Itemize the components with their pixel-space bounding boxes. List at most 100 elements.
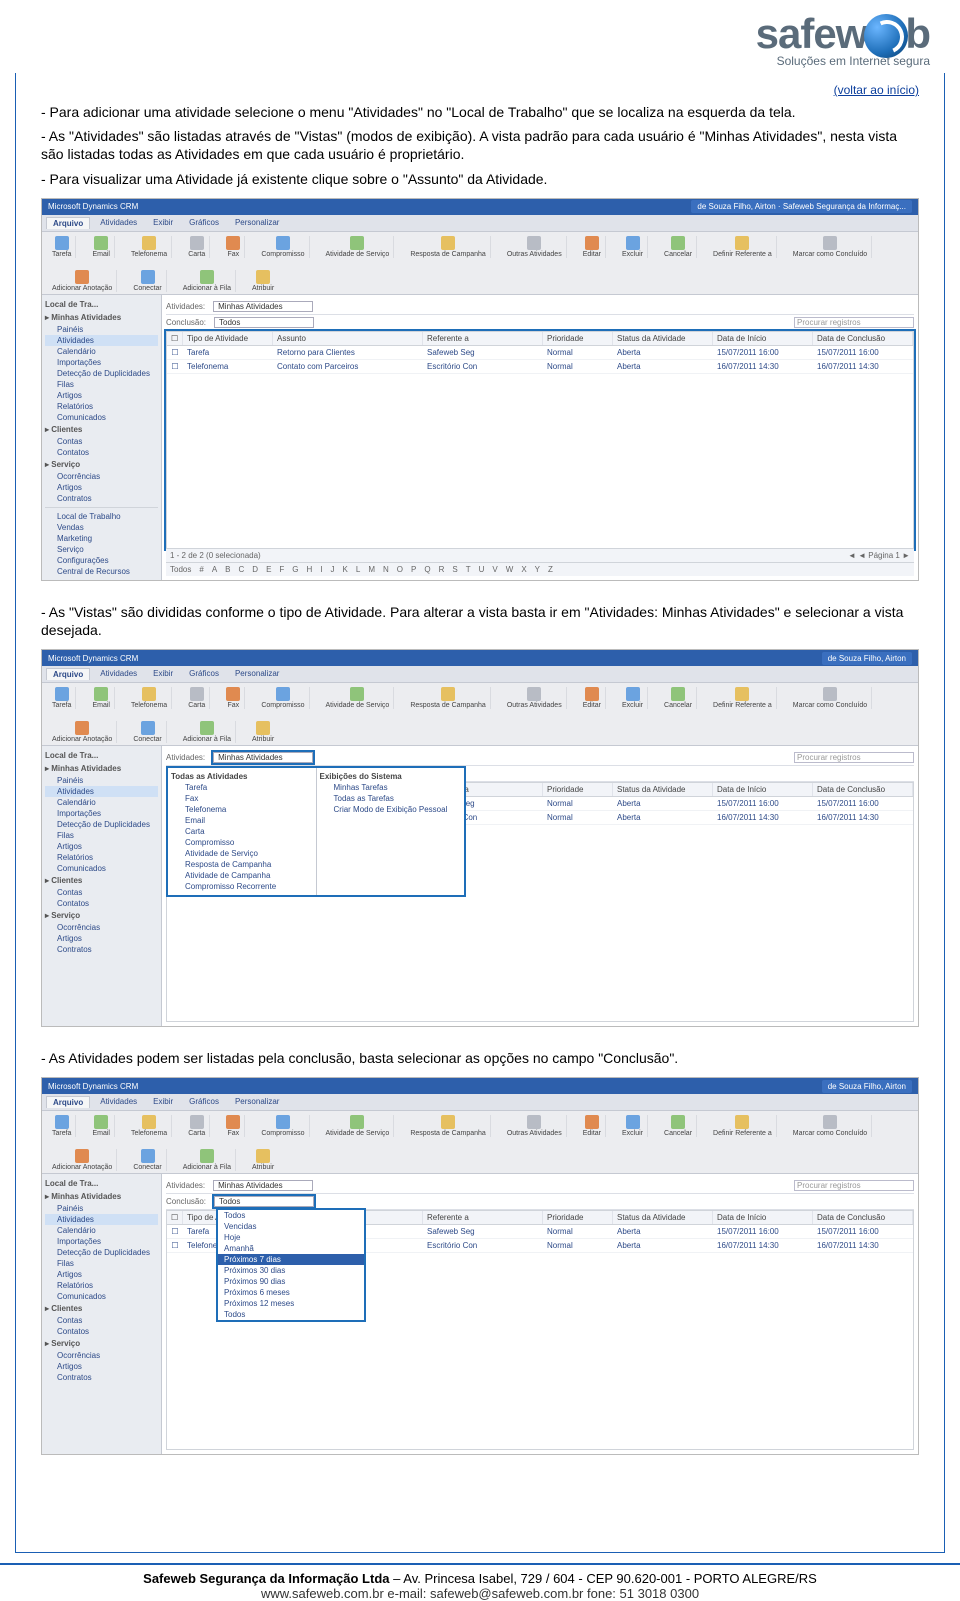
ribbon-cmd[interactable]: Outras Atividades: [503, 687, 567, 709]
ribbon-cmd[interactable]: Telefonema: [127, 236, 172, 258]
sidebar-item[interactable]: Calendário: [45, 797, 158, 808]
ribbon-cmd[interactable]: Marcar como Concluído: [789, 236, 872, 258]
sidebar-item[interactable]: Artigos: [45, 841, 158, 852]
logo-globe-icon: [864, 14, 908, 58]
sidebar-item[interactable]: Comunicados: [45, 863, 158, 874]
ribbon-cmd[interactable]: Cancelar: [660, 236, 697, 258]
ribbon-cmd[interactable]: Adicionar à Fila: [179, 721, 236, 743]
sidebar-item[interactable]: Detecção de Duplicidades: [45, 368, 158, 379]
sidebar-item[interactable]: Filas: [45, 830, 158, 841]
ribbon-cmd[interactable]: Compromisso: [257, 687, 309, 709]
ribbon-cmd[interactable]: Atividade de Serviço: [322, 236, 395, 258]
sidebar-item[interactable]: Atividades: [45, 335, 158, 346]
view-dropdown[interactable]: Minhas Atividades: [213, 752, 313, 763]
ribbon-cmd[interactable]: Atividade de Serviço: [322, 1115, 395, 1137]
sidebar-item[interactable]: Painéis: [45, 775, 158, 786]
ribbon-cmd[interactable]: Email: [88, 687, 115, 709]
sidebar-item[interactable]: Filas: [45, 379, 158, 390]
ribbon-cmd[interactable]: Fax: [222, 1115, 245, 1137]
nav-area[interactable]: Marketing: [45, 533, 158, 544]
sidebar-item[interactable]: Painéis: [45, 324, 158, 335]
ribbon-cmd[interactable]: Atribuir: [248, 721, 278, 743]
sidebar-item[interactable]: Relatórios: [45, 852, 158, 863]
ribbon-cmd[interactable]: Fax: [222, 687, 245, 709]
ribbon-cmd[interactable]: Definir Referente a: [709, 1115, 777, 1137]
ribbon-cmd[interactable]: Telefonema: [127, 1115, 172, 1137]
sidebar-item[interactable]: Importações: [45, 808, 158, 819]
ribbon-cmd[interactable]: Adicionar Anotação: [48, 721, 117, 743]
ribbon-cmd[interactable]: Excluir: [618, 1115, 648, 1137]
ribbon-cmd[interactable]: Cancelar: [660, 687, 697, 709]
ribbon-cmd[interactable]: Editar: [579, 687, 606, 709]
ribbon-cmd[interactable]: Email: [88, 236, 115, 258]
ribbon-cmd[interactable]: Tarefa: [48, 236, 76, 258]
ribbon-cmd[interactable]: Carta: [184, 1115, 210, 1137]
ribbon-cmd[interactable]: Fax: [222, 236, 245, 258]
table-row[interactable]: ☐TarefaRetorno para ClientesSafeweb SegN…: [167, 346, 913, 360]
nav-area[interactable]: Vendas: [45, 522, 158, 533]
ribbon-cmd[interactable]: Email: [88, 1115, 115, 1137]
ribbon-cmd[interactable]: Compromisso: [257, 1115, 309, 1137]
nav-area[interactable]: Serviço: [45, 544, 158, 555]
ribbon-tabs[interactable]: Arquivo AtividadesExibir GráficosPersona…: [42, 215, 918, 232]
ribbon-cmd[interactable]: Excluir: [618, 236, 648, 258]
ribbon-cmd[interactable]: Atribuir: [248, 1149, 278, 1171]
conclusao-dropdown-panel[interactable]: TodosVencidasHojeAmanhãPróximos 7 diasPr…: [216, 1208, 366, 1322]
ribbon-cmd[interactable]: Tarefa: [48, 1115, 76, 1137]
ribbon-cmd[interactable]: Compromisso: [257, 236, 309, 258]
ribbon-cmd[interactable]: Resposta de Campanha: [406, 687, 491, 709]
ribbon-cmd[interactable]: Adicionar Anotação: [48, 270, 117, 292]
nav-area[interactable]: Central de Recursos: [45, 566, 158, 577]
ribbon-cmd[interactable]: Carta: [184, 236, 210, 258]
ribbon-cmd[interactable]: Carta: [184, 687, 210, 709]
sidebar-item[interactable]: Relatórios: [45, 1280, 158, 1291]
conclusao-dropdown[interactable]: Todos: [214, 317, 314, 328]
table-row[interactable]: ☐TelefonemaContato com ParceirosEscritór…: [167, 360, 913, 374]
ribbon-cmd[interactable]: Outras Atividades: [503, 1115, 567, 1137]
nav-area[interactable]: Local de Trabalho: [45, 511, 158, 522]
ribbon-cmd[interactable]: Adicionar à Fila: [179, 1149, 236, 1171]
ribbon-cmd[interactable]: Excluir: [618, 687, 648, 709]
ribbon-cmd[interactable]: Resposta de Campanha: [406, 236, 491, 258]
ribbon-cmd[interactable]: Marcar como Concluído: [789, 687, 872, 709]
ribbon-cmd[interactable]: Editar: [579, 236, 606, 258]
sidebar-item[interactable]: Relatórios: [45, 401, 158, 412]
sidebar-item[interactable]: Calendário: [45, 1225, 158, 1236]
sidebar-item[interactable]: Comunicados: [45, 412, 158, 423]
ribbon-cmd[interactable]: Conectar: [129, 1149, 166, 1171]
conclusao-dropdown[interactable]: Todos: [214, 1196, 314, 1207]
ribbon-cmd[interactable]: Tarefa: [48, 687, 76, 709]
sidebar-item[interactable]: Importações: [45, 1236, 158, 1247]
ribbon-cmd[interactable]: Atribuir: [248, 270, 278, 292]
sidebar-item[interactable]: Importações: [45, 357, 158, 368]
sidebar-item[interactable]: Artigos: [45, 390, 158, 401]
ribbon-cmd[interactable]: Definir Referente a: [709, 236, 777, 258]
ribbon-cmd[interactable]: Definir Referente a: [709, 687, 777, 709]
nav-area[interactable]: Configurações: [45, 555, 158, 566]
ribbon-cmd[interactable]: Adicionar Anotação: [48, 1149, 117, 1171]
sidebar-item[interactable]: Painéis: [45, 1203, 158, 1214]
sidebar-item[interactable]: Calendário: [45, 346, 158, 357]
sidebar-item[interactable]: Atividades: [45, 786, 158, 797]
ribbon-cmd[interactable]: Conectar: [129, 270, 166, 292]
ribbon-cmd[interactable]: Editar: [579, 1115, 606, 1137]
ribbon-cmd[interactable]: Cancelar: [660, 1115, 697, 1137]
sidebar-item[interactable]: Detecção de Duplicidades: [45, 819, 158, 830]
activities-grid[interactable]: ☐Tipo de AtividadeAssuntoReferente aPrio…: [166, 331, 914, 549]
ribbon-cmd[interactable]: Adicionar à Fila: [179, 270, 236, 292]
ribbon-cmd[interactable]: Marcar como Concluído: [789, 1115, 872, 1137]
sidebar-item[interactable]: Atividades: [45, 1214, 158, 1225]
sidebar-item[interactable]: Filas: [45, 1258, 158, 1269]
sidebar-item[interactable]: Comunicados: [45, 1291, 158, 1302]
ribbon-cmd[interactable]: Resposta de Campanha: [406, 1115, 491, 1137]
search-input[interactable]: Procurar registros: [794, 317, 914, 328]
ribbon-cmd[interactable]: Outras Atividades: [503, 236, 567, 258]
view-dropdown-panel[interactable]: Todas as AtividadesTarefaFaxTelefonemaEm…: [166, 766, 466, 897]
sidebar-item[interactable]: Artigos: [45, 1269, 158, 1280]
ribbon-cmd[interactable]: Telefonema: [127, 687, 172, 709]
view-dropdown[interactable]: Minhas Atividades: [213, 301, 313, 312]
ribbon-cmd[interactable]: Conectar: [129, 721, 166, 743]
sidebar-item[interactable]: Detecção de Duplicidades: [45, 1247, 158, 1258]
ribbon-cmd[interactable]: Atividade de Serviço: [322, 687, 395, 709]
back-to-top-link[interactable]: (voltar ao início): [41, 83, 919, 97]
